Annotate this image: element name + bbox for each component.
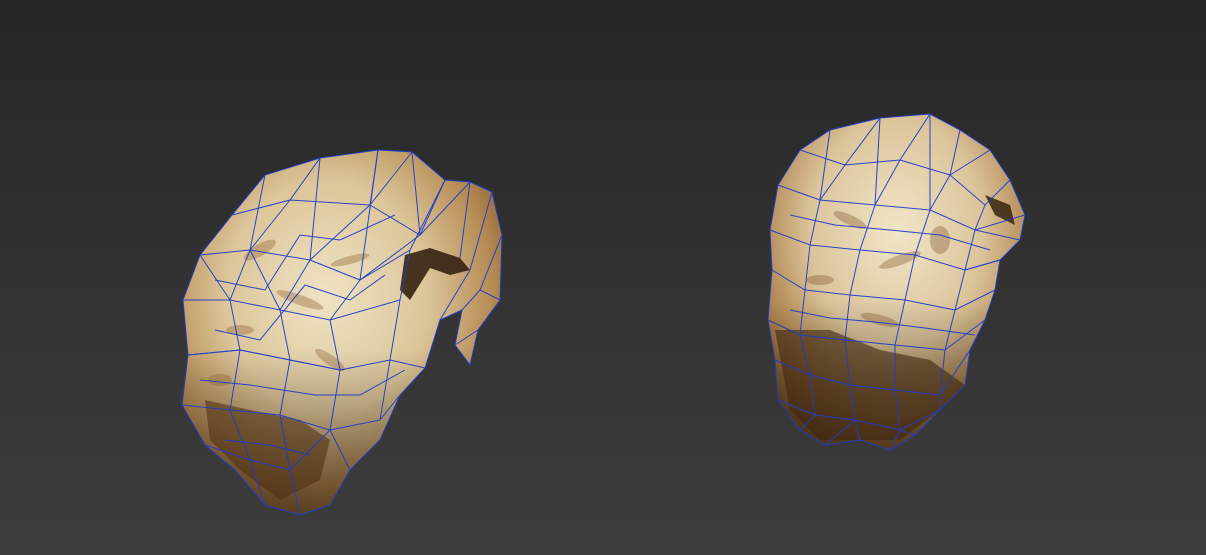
skull-fragment-right[interactable] <box>767 113 1026 451</box>
scene-svg <box>181 113 1026 516</box>
skull-fragment-left[interactable] <box>181 149 503 516</box>
3d-viewport[interactable] <box>0 0 1206 555</box>
